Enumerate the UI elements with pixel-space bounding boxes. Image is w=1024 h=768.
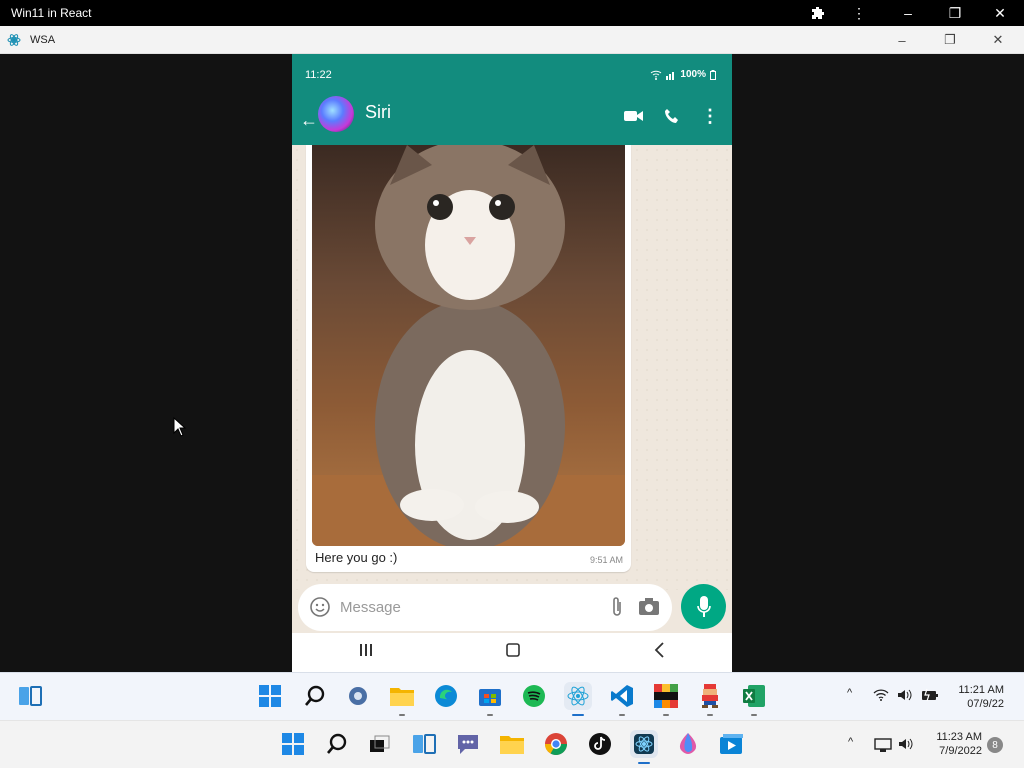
restore-button[interactable]: ❐ (935, 0, 975, 26)
attach-icon[interactable] (611, 596, 623, 623)
android-nav-bar (292, 633, 732, 672)
recent-apps-icon[interactable] (359, 643, 373, 662)
message-composer: Message (298, 584, 672, 631)
mic-button[interactable] (681, 584, 726, 629)
android-phone-screen: 11:22 100% ← Siri ⋮ Here you go:) 9:51 … (292, 54, 732, 672)
more-options-icon[interactable]: ⋮ (839, 0, 879, 26)
host-start-icon[interactable] (279, 730, 307, 758)
minimize-button[interactable]: – (888, 0, 928, 26)
react-icon[interactable] (564, 682, 592, 716)
settings-icon[interactable] (344, 682, 372, 710)
message-caption: Here you go :) (315, 550, 398, 565)
contact-name[interactable]: Siri (365, 102, 391, 123)
contact-avatar[interactable] (318, 96, 354, 132)
task-view-icon[interactable] (366, 730, 394, 758)
wsa-minimize-button[interactable]: – (882, 26, 922, 54)
wsa-close-button[interactable]: ✕ (978, 26, 1018, 54)
wifi-icon (651, 70, 662, 80)
host-widgets-icon[interactable] (410, 730, 438, 758)
video-call-icon[interactable] (622, 104, 646, 128)
battery-icon (710, 69, 716, 80)
file-explorer-icon[interactable] (388, 682, 416, 716)
chat-header: ← Siri ⋮ (292, 96, 732, 145)
back-arrow-icon[interactable]: ← (300, 110, 318, 131)
mario-icon[interactable] (696, 682, 724, 716)
host-volume-icon[interactable] (898, 737, 914, 754)
wsa-icon[interactable] (630, 730, 658, 764)
message-time: 9:51 AM (589, 555, 623, 565)
teams-chat-icon[interactable] (454, 730, 482, 758)
notification-badge[interactable]: 8 (987, 737, 1003, 753)
chrome-icon[interactable] (542, 730, 570, 758)
status-time: 11:22 (305, 69, 332, 81)
window-titlebar: Win11 in React ⋮ – ❐ ✕ (0, 0, 1024, 26)
host-date: 7/9/2022 (939, 745, 982, 757)
wsa-titlebar: WSA – ❐ ✕ (0, 26, 1024, 54)
status-indicators: 100% (650, 69, 716, 80)
window-title: Win11 in React (11, 6, 92, 20)
close-button[interactable]: ✕ (980, 0, 1020, 26)
host-network-icon[interactable] (874, 737, 892, 756)
tray-volume-icon[interactable] (897, 688, 913, 705)
mic-icon (696, 595, 711, 617)
paint-icon[interactable] (674, 730, 702, 758)
voice-call-icon[interactable] (660, 104, 684, 128)
host-tray-overflow-icon[interactable]: ^ (848, 736, 853, 748)
back-icon[interactable] (653, 642, 665, 663)
spotify-icon[interactable] (520, 682, 548, 710)
cstimer-icon[interactable] (652, 682, 680, 716)
host-taskbar: ^ 11:23 AM 7/9/2022 8 (0, 720, 1024, 768)
host-file-explorer-icon[interactable] (498, 730, 526, 758)
image-message-bubble[interactable]: Here you go :) 9:51 AM (306, 145, 631, 572)
overflow-menu-icon[interactable]: ⋮ (698, 104, 722, 128)
start-icon[interactable] (256, 682, 284, 710)
tray-overflow-icon[interactable]: ^ (847, 687, 852, 699)
camera-icon[interactable] (638, 598, 660, 621)
inner-date: 07/9/22 (967, 698, 1004, 710)
tray-wifi-icon[interactable] (873, 689, 889, 704)
chat-area: Here you go :) 9:51 AM (292, 145, 732, 590)
tray-battery-icon[interactable] (921, 688, 939, 705)
battery-percent: 100% (680, 69, 706, 80)
inner-clock[interactable]: 11:21 AM 07/9/22 (948, 683, 1004, 711)
mouse-cursor-icon (173, 416, 187, 442)
edge-icon[interactable] (432, 682, 460, 710)
emoji-icon[interactable] (310, 597, 330, 622)
widgets-icon[interactable] (16, 682, 44, 710)
store-icon[interactable] (476, 682, 504, 716)
signal-icon (666, 71, 675, 80)
tiktok-icon[interactable] (586, 730, 614, 758)
wsa-logo-icon (7, 33, 21, 50)
wsa-title: WSA (30, 34, 56, 46)
kitten-photo[interactable] (312, 145, 625, 546)
inner-time: 11:21 AM (958, 684, 1004, 696)
home-icon[interactable] (506, 643, 520, 662)
vscode-icon[interactable] (608, 682, 636, 716)
excel-icon[interactable] (740, 682, 768, 716)
media-player-icon[interactable] (718, 730, 746, 758)
wsa-restore-button[interactable]: ❐ (930, 26, 970, 54)
search-icon[interactable] (301, 682, 329, 710)
inner-taskbar: ^ 11:21 AM 07/9/22 (0, 672, 1024, 720)
message-input[interactable]: Message (340, 599, 401, 616)
host-clock[interactable]: 11:23 AM 7/9/2022 (924, 730, 982, 758)
android-status-bar: 11:22 100% (292, 54, 732, 98)
host-time: 11:23 AM (936, 731, 982, 743)
host-search-icon[interactable] (323, 730, 351, 758)
extension-icon[interactable] (798, 0, 838, 26)
